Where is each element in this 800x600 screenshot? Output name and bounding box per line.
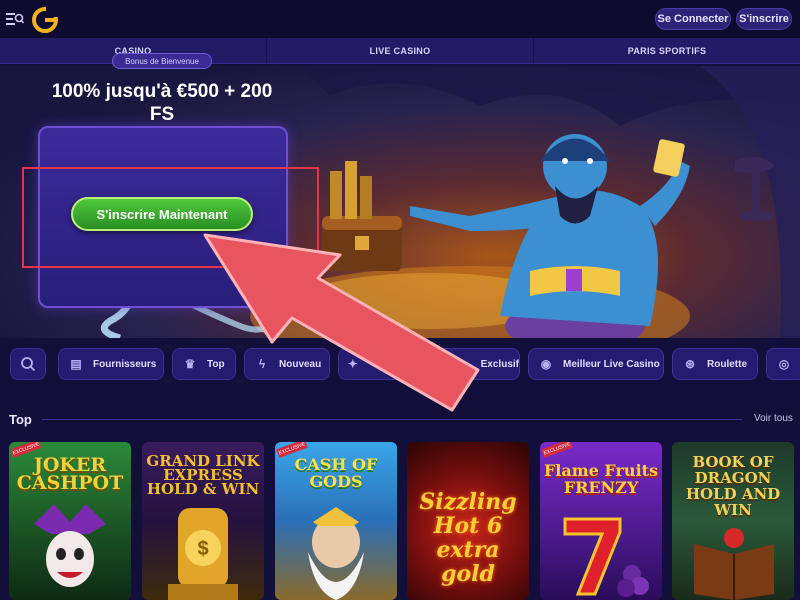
game-card[interactable]: Sizzling Hot 6 extra gold bbox=[407, 442, 529, 600]
category-label: Meilleur Live Casino bbox=[563, 358, 660, 370]
category-roulette[interactable]: ⊛ Roulette bbox=[672, 348, 758, 380]
category-best-live-casino[interactable]: ◉ Meilleur Live Casino bbox=[528, 348, 664, 380]
game-title: Sizzling Hot 6 extra gold bbox=[419, 489, 517, 587]
top-bar: Se Connecter S'inscrire bbox=[0, 0, 800, 38]
nav-sports-betting[interactable]: PARIS SPORTIFS bbox=[534, 38, 800, 63]
bonus-offer-text: 100% jusqu'à €500 + 200 FS bbox=[51, 81, 273, 125]
more-icon: ◎ bbox=[778, 357, 790, 371]
category-more[interactable]: ◎ bbox=[766, 348, 800, 380]
category-label: Fournisseurs bbox=[93, 358, 157, 370]
category-label: Nouveau bbox=[279, 358, 322, 370]
roulette-icon: ⊛ bbox=[684, 357, 696, 371]
category-label: Roulette bbox=[707, 358, 747, 370]
category-exclusive[interactable]: ✦ Exclusif bbox=[338, 348, 520, 380]
train-artwork: $ bbox=[168, 508, 238, 600]
exclusive-badge: EXCLUSIVE bbox=[541, 442, 573, 458]
game-title: GRAND LINK EXPRESS HOLD & WIN bbox=[146, 452, 260, 498]
game-card[interactable]: EXCLUSIVE Flame Fruits FRENZY bbox=[540, 442, 662, 600]
game-title: JOKER CASHPOT bbox=[16, 454, 124, 494]
category-search[interactable] bbox=[10, 348, 46, 380]
login-button[interactable]: Se Connecter bbox=[655, 8, 731, 30]
nav-live-casino[interactable]: LIVE CASINO bbox=[267, 38, 534, 63]
game-card[interactable]: GRAND LINK EXPRESS HOLD & WIN $ bbox=[142, 442, 264, 600]
games-row: EXCLUSIVE JOKER CASHPOT GRAND LINK EXPRE… bbox=[0, 442, 800, 600]
bonus-tab-label: Bonus de Bienvenue bbox=[112, 53, 212, 69]
star-icon: ✦ bbox=[347, 357, 358, 371]
seven-artwork bbox=[563, 517, 649, 597]
book-artwork bbox=[694, 528, 774, 600]
crown-icon: ♛ bbox=[184, 357, 196, 371]
section-title-top: Top bbox=[9, 412, 32, 427]
category-label: Exclusif bbox=[480, 358, 519, 370]
zeus-artwork bbox=[308, 507, 364, 600]
category-providers[interactable]: ▤ Fournisseurs bbox=[58, 348, 164, 380]
game-title: CASH OF GODS bbox=[294, 455, 378, 491]
register-button[interactable]: S'inscrire bbox=[736, 8, 792, 30]
game-title: BOOK OF DRAGON HOLD AND WIN bbox=[685, 453, 781, 519]
game-card[interactable]: EXCLUSIVE JOKER CASHPOT bbox=[9, 442, 131, 600]
site-logo[interactable] bbox=[32, 7, 58, 33]
game-card[interactable]: EXCLUSIVE CASH OF GODS bbox=[275, 442, 397, 600]
providers-icon: ▤ bbox=[70, 357, 82, 371]
category-bar: ▤ Fournisseurs ♛ Top ϟ Nouveau ✦ Exclusi… bbox=[0, 344, 800, 384]
search-icon bbox=[19, 355, 37, 373]
live-icon: ◉ bbox=[540, 357, 552, 371]
category-new[interactable]: ϟ Nouveau bbox=[244, 348, 330, 380]
section-divider bbox=[42, 419, 742, 420]
category-label: Top bbox=[207, 358, 225, 370]
lightning-icon: ϟ bbox=[258, 357, 266, 371]
see-all-link[interactable]: Voir tous bbox=[754, 413, 793, 424]
highlight-annotation-box bbox=[22, 167, 319, 268]
game-title: Flame Fruits FRENZY bbox=[543, 461, 659, 497]
game-card[interactable]: BOOK OF DRAGON HOLD AND WIN bbox=[672, 442, 794, 600]
menu-search-icon[interactable] bbox=[6, 11, 24, 27]
joker-artwork bbox=[34, 504, 106, 587]
svg-text:$: $ bbox=[197, 538, 208, 560]
category-top[interactable]: ♛ Top bbox=[172, 348, 236, 380]
